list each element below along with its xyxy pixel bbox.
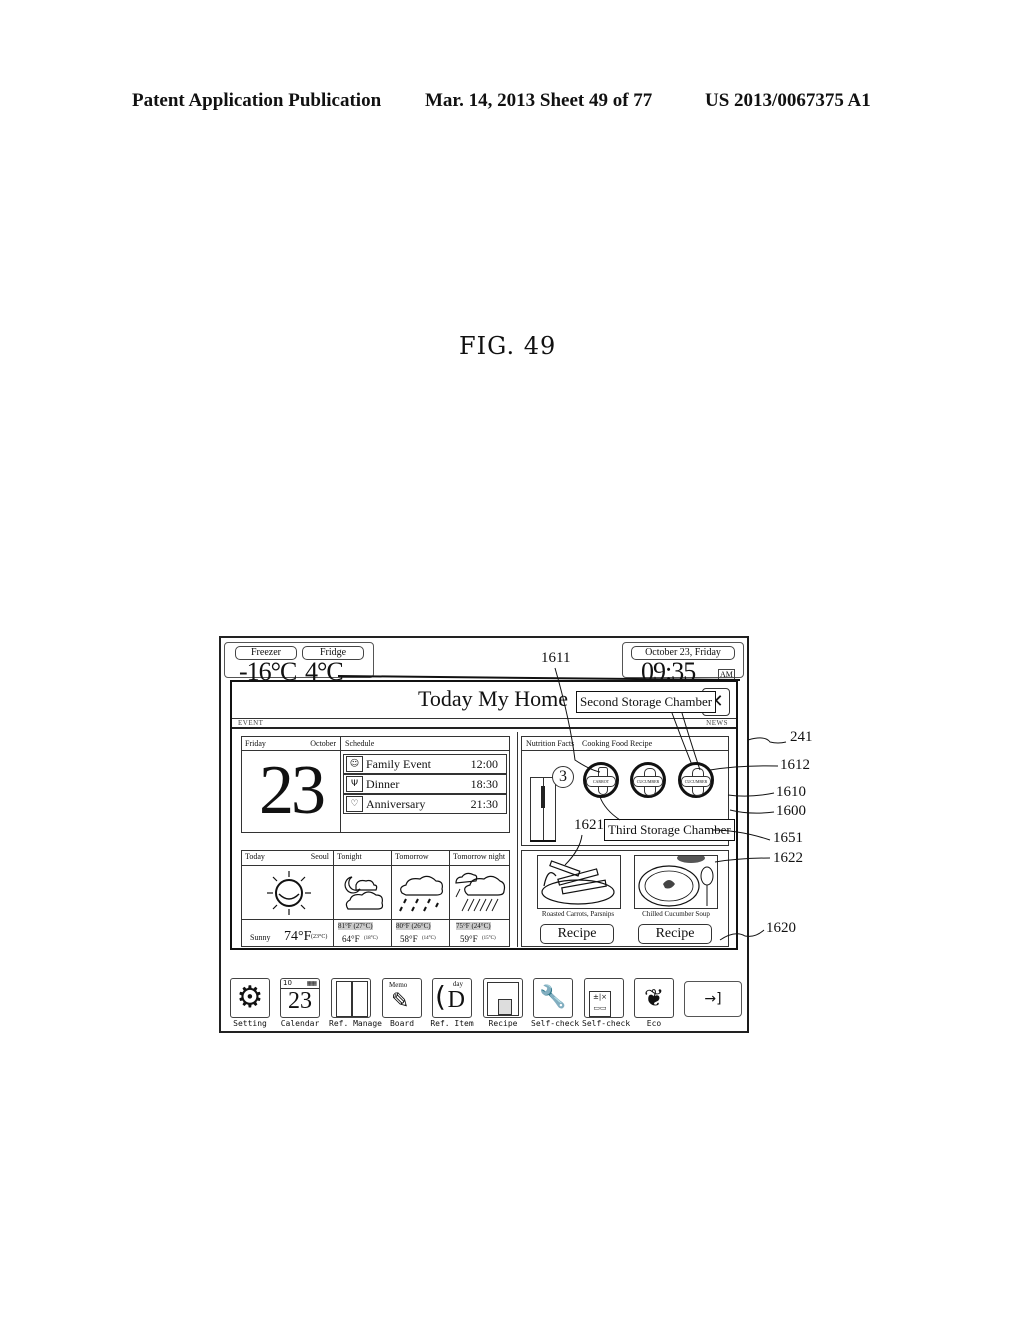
leaf-icon: ❦: [634, 978, 674, 1018]
ampm-indicator: AM: [718, 669, 735, 680]
weather-today-temp: 74°F: [284, 929, 312, 944]
chamber-carrot[interactable]: CARROT: [583, 762, 619, 798]
weather-city: Seoul: [310, 852, 329, 861]
calculator-icon: ±|× ▭▭: [584, 978, 624, 1018]
recipe-panel: Roasted Carrots, Parsnips Chilled Cucumb…: [521, 850, 729, 947]
dock-ref-manage[interactable]: Ref. Manage: [329, 978, 382, 1028]
dock-ref-item[interactable]: ( day D Ref. Item: [430, 978, 474, 1028]
recipe-name: Roasted Carrots, Parsnips: [541, 910, 615, 918]
weather-today[interactable]: Today Seoul Sunny 74°F (23°C): [242, 851, 334, 946]
dock-calendar[interactable]: 10 ▦▦ 23 Calendar: [278, 978, 322, 1028]
dock-self-check[interactable]: 🔧 Self-check: [531, 978, 579, 1028]
schedule-header: Schedule: [345, 739, 375, 748]
dock-self-check-2[interactable]: ±|× ▭▭ Self-check: [582, 978, 630, 1028]
weather-panel: Today Seoul Sunny 74°F (23°C) Tonight 81…: [241, 850, 510, 947]
gear-icon: ⚙: [230, 978, 270, 1018]
second-storage-chamber-tag: Second Storage Chamber: [576, 691, 717, 713]
calendar-month: October: [310, 739, 336, 748]
weather-tonight[interactable]: Tonight 81°F (27°C) 64°F (18°C): [334, 851, 392, 946]
exit-icon: →]: [704, 991, 722, 1007]
ref-1600: 1600: [776, 803, 806, 819]
dock-eco[interactable]: ❦ Eco: [632, 978, 676, 1028]
soup-bowl-illustration: [638, 853, 714, 907]
dock-recipe[interactable]: Recipe: [481, 978, 525, 1028]
ref-241: 241: [790, 729, 813, 745]
clock-status: October 23, Friday 09:35 AM: [622, 642, 744, 686]
ref-1620: 1620: [766, 920, 796, 936]
weather-condition: Sunny: [250, 933, 271, 942]
ref-1610: 1610: [776, 784, 806, 800]
news-label: NEWS: [706, 719, 728, 727]
chamber-cucumber[interactable]: CUCUMBER: [678, 762, 714, 798]
wrench-magnifier-icon: 🔧: [533, 978, 573, 1018]
weather-tomorrow[interactable]: Tomorrow 80°F (26°C) 58°F (14°C): [392, 851, 450, 946]
dock-board[interactable]: Memo ✎ Board: [380, 978, 424, 1028]
event-label: EVENT: [238, 719, 264, 727]
sun-icon: [267, 871, 311, 915]
calendar-icon: 10 ▦▦ 23: [280, 978, 320, 1018]
recipe-book-icon: [483, 978, 523, 1018]
popup-title: Today My Home: [418, 686, 568, 711]
ref-1621: 1621: [574, 817, 604, 833]
schedule-item[interactable]: ♡ Anniversary 21:30: [343, 794, 507, 814]
figure-label: FIG. 49: [459, 332, 557, 360]
refrigerator-icon: [331, 978, 371, 1018]
calendar-day-number: 23: [259, 752, 326, 829]
family-icon: ☺: [346, 756, 363, 772]
tab-cooking-food-recipe[interactable]: Cooking Food Recipe: [582, 739, 652, 748]
recipe-button[interactable]: Recipe: [540, 924, 614, 944]
third-storage-chamber-tag: Third Storage Chamber: [604, 819, 735, 841]
dock-setting[interactable]: ⚙ Setting: [228, 978, 272, 1028]
rain-icon: [399, 875, 443, 912]
ref-1611: 1611: [541, 650, 571, 666]
anniversary-icon: ♡: [346, 796, 363, 812]
calendar-panel[interactable]: Friday October 23: [241, 736, 341, 833]
calendar-day-name: Friday: [245, 739, 266, 748]
heavy-rain-icon: [455, 872, 506, 912]
schedule-item[interactable]: ☺ Family Event 12:00: [343, 754, 507, 774]
memo-pencil-icon: Memo ✎: [382, 978, 422, 1018]
ref-1651: 1651: [773, 830, 803, 846]
roasted-carrots-image[interactable]: [537, 855, 621, 909]
weather-tomorrow-night[interactable]: Tomorrow night 75°F (24°C) 59°F (15°C): [450, 851, 511, 946]
tab-nutrition-facts[interactable]: Nutrition Facts: [526, 739, 574, 748]
date-sheet: Mar. 14, 2013 Sheet 49 of 77: [425, 90, 653, 111]
refrigerator-graphic[interactable]: [530, 777, 556, 842]
temperature-status: Freezer Fridge -16°C 4°C: [224, 642, 374, 686]
publication-title: Patent Application Publication: [132, 90, 382, 111]
chamber-number-badge: 3: [552, 766, 574, 788]
dinner-icon: Ψ: [346, 776, 363, 792]
night-cloud-icon: [344, 876, 384, 910]
exit-button[interactable]: →]: [684, 981, 742, 1017]
recipe-name: Chilled Cucumber Soup: [642, 910, 710, 918]
ref-1622: 1622: [773, 850, 803, 866]
chamber-cucumber[interactable]: CUCUMBER: [630, 762, 666, 798]
roasted-vegetables-illustration: [541, 860, 615, 905]
d-day-icon: ( day D: [432, 978, 472, 1018]
cucumber-soup-image[interactable]: [634, 853, 718, 909]
schedule-item[interactable]: Ψ Dinner 18:30: [343, 774, 507, 794]
patent-number: US 2013/0067375 A1: [705, 90, 871, 111]
recipe-button[interactable]: Recipe: [638, 924, 712, 944]
ref-1612: 1612: [780, 757, 810, 773]
schedule-panel: Schedule ☺ Family Event 12:00 Ψ Dinner 1…: [340, 736, 510, 833]
